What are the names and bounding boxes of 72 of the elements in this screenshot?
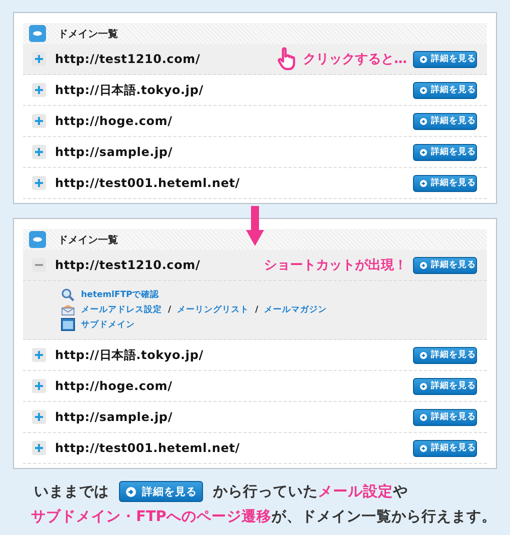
arrow-icon	[420, 118, 427, 124]
separator-text: /	[168, 305, 172, 315]
domain-url: http://test1210.com/	[55, 258, 200, 272]
expand-button[interactable]	[32, 114, 46, 128]
collapse-button[interactable]	[32, 258, 46, 272]
expand-button[interactable]	[32, 176, 46, 190]
details-button[interactable]: 詳細を見る	[413, 440, 477, 456]
plus-icon	[35, 148, 43, 156]
plus-icon	[35, 413, 43, 421]
domain-url: http://hoge.com/	[55, 114, 172, 128]
domain-url: http://sample.jp/	[55, 145, 173, 159]
window-icon	[61, 318, 75, 331]
arrow-icon	[420, 180, 427, 186]
details-button[interactable]: 詳細を見る	[413, 346, 477, 364]
arrow-icon	[420, 148, 427, 156]
arrow-icon	[420, 86, 427, 94]
caption-text: から行っていたメール設定や	[213, 482, 408, 501]
plus-icon	[35, 86, 43, 94]
expand-button[interactable]	[32, 348, 46, 362]
expand-button[interactable]	[32, 410, 46, 424]
panel-title: ドメイン一覧	[58, 234, 118, 246]
expand-button[interactable]	[32, 379, 46, 393]
domain-url: http://test1210.com/	[55, 52, 200, 66]
shortcut-link[interactable]: メーリングリスト	[177, 304, 250, 316]
shortcut-link[interactable]: メールマガジン	[264, 304, 328, 316]
details-button[interactable]: 詳細を見る	[413, 378, 477, 394]
expand-button[interactable]	[32, 145, 46, 159]
plus-icon	[35, 179, 43, 187]
details-button[interactable]: 詳細を見る	[119, 481, 203, 502]
expand-button[interactable]	[32, 52, 46, 66]
plus-icon	[35, 117, 43, 125]
expand-button[interactable]	[32, 83, 46, 97]
shortcut-link[interactable]: サブドメイン	[81, 318, 135, 330]
details-button[interactable]: 詳細を見る	[413, 50, 477, 68]
separator-text: /	[255, 305, 258, 315]
details-button[interactable]: 詳細を見る	[413, 82, 477, 98]
domain-url: http://日本語.tokyo.jp/	[55, 346, 204, 364]
caption-text: サブドメイン・FTPへのページ遷移が、ドメイン一覧から行えます。	[31, 508, 496, 526]
domain-url: http://sample.jp/	[55, 410, 173, 424]
plus-icon	[35, 351, 43, 359]
arrow-icon	[420, 352, 427, 358]
domain-logo-icon	[29, 25, 46, 42]
down-arrow-icon	[246, 206, 264, 246]
plus-icon	[35, 382, 43, 390]
arrow-icon	[420, 444, 427, 452]
plus-icon	[35, 55, 43, 63]
domain-url: http://日本語.tokyo.jp/	[55, 82, 204, 98]
details-button[interactable]: 詳細を見る	[413, 408, 477, 426]
panel-title: ドメイン一覧	[58, 28, 118, 40]
arrow-icon	[420, 56, 427, 62]
arrow-icon	[420, 414, 427, 420]
details-button[interactable]: 詳細を見る	[413, 112, 477, 130]
domain-url: http://test001.heteml.net/	[55, 176, 240, 190]
shortcut-link[interactable]: メールアドレス設定	[81, 304, 162, 316]
details-button[interactable]: 詳細を見る	[413, 174, 477, 192]
domain-url: http://test001.heteml.net/	[55, 441, 240, 455]
callout-text: ショートカットが出現！	[264, 257, 407, 274]
domain-logo-icon	[29, 231, 46, 248]
magnifier-icon	[61, 288, 75, 302]
details-button[interactable]: 詳細を見る	[413, 256, 477, 274]
callout-text: クリックすると…	[303, 51, 407, 68]
shortcut-link[interactable]: hetemlFTPで確認	[81, 289, 160, 301]
expand-button[interactable]	[32, 441, 46, 455]
arrow-icon	[420, 382, 427, 390]
caption-text: いままでは	[34, 483, 109, 501]
domain-url: http://hoge.com/	[55, 379, 172, 393]
envelope-icon	[61, 304, 75, 316]
plus-icon	[35, 444, 43, 452]
arrow-icon	[420, 262, 427, 268]
minus-icon	[35, 261, 43, 269]
details-button[interactable]: 詳細を見る	[413, 144, 477, 160]
arrow-icon	[126, 486, 136, 496]
